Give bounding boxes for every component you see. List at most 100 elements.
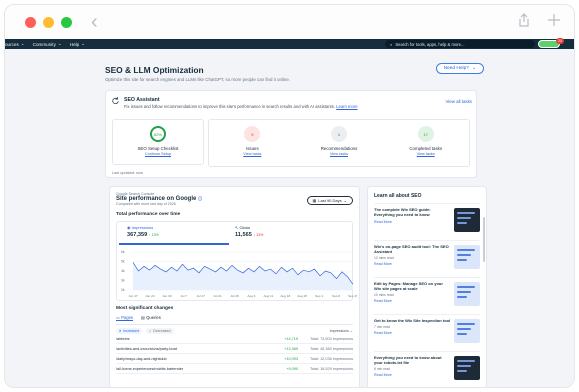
query-icon: ▤	[141, 315, 145, 320]
increased-filter[interactable]: ● Increased	[116, 328, 142, 334]
change-delta: +14,719	[284, 336, 298, 341]
x-tick-label: Jun 30	[162, 294, 172, 298]
page-path: /activities-and-excursions/party-boat	[116, 346, 177, 351]
tab-queries[interactable]: ▤ Queries	[141, 315, 161, 321]
read-more-link[interactable]: Read More	[374, 373, 451, 377]
chevron-down-icon: ⌄	[20, 41, 25, 46]
browser-window: ‹ ources ⌄ Community ⌄ Help ⌄ ⌕ Search for t…	[4, 4, 575, 388]
view-issues-link[interactable]: View tasks	[243, 152, 261, 156]
thumbnail-line	[457, 323, 475, 325]
article-item[interactable]: The complete Wix SEO guide: Everything y…	[374, 203, 480, 240]
progress-ring: 62%	[150, 126, 166, 142]
article-item[interactable]: Get to know the Wix Site Inspection tool…	[374, 314, 480, 351]
page-subtitle: Optimize this site for search engines an…	[105, 77, 290, 82]
clicks-metric[interactable]: ↖ Clicks 11,565 ↓ 13%	[235, 225, 263, 238]
changes-title: Most significant changes	[116, 306, 174, 311]
info-icon[interactable]: ⓘ	[198, 196, 202, 201]
page-icon: ▭	[116, 315, 120, 320]
read-more-link[interactable]: Read More	[374, 331, 451, 335]
nav-help[interactable]: Help ⌄	[70, 41, 85, 47]
completed-tile[interactable]: 17 Completed tasks View tasks	[382, 120, 469, 166]
thumbnail-line	[457, 212, 475, 214]
thumbnail-line	[457, 296, 467, 298]
cursor-icon: ↖	[235, 225, 239, 230]
table-row[interactable]: /airbnbs +14,719 Total: 73,504 impressions	[116, 334, 353, 344]
y-tick-label: 2k	[121, 288, 125, 292]
share-icon[interactable]	[518, 13, 530, 27]
date-range-dropdown[interactable]: ▦ Last 90 Days ⌄	[306, 196, 353, 205]
article-thumbnail	[454, 356, 480, 380]
refresh-icon	[112, 97, 119, 104]
search-input[interactable]: ⌕ Search for tools, apps, help & more...	[385, 40, 535, 48]
y-tick-label: 6k	[121, 250, 125, 254]
changes-tabs: ▭ Pages ▤ Queries	[116, 315, 353, 325]
nav-community[interactable]: Community ⌄	[33, 41, 62, 47]
x-tick-label: Jul 21	[213, 294, 222, 298]
assistant-description: Fix issues and follow recommendations to…	[124, 104, 358, 109]
chevron-down-icon: ⌄	[81, 41, 86, 46]
total-impressions: Total: 18,529 impressions	[309, 366, 353, 371]
new-tab-plus-icon[interactable]	[548, 14, 560, 26]
read-more-link[interactable]: Read More	[374, 220, 451, 224]
active-metric-indicator	[119, 243, 229, 245]
article-item[interactable]: Edit by Pages: Manage SEO on your Wix si…	[374, 277, 480, 314]
recommendations-count: 1	[331, 126, 347, 142]
setup-checklist-tile[interactable]: 62% SEO Setup Checklist Continue Setup	[112, 119, 204, 165]
seo-assistant-card: SEO Assistant Fix issues and follow reco…	[105, 90, 477, 178]
impressions-metric[interactable]: ◉ Impressions 367,359 ↑ 13%	[127, 225, 159, 238]
calendar-icon: ▦	[312, 198, 317, 203]
view-all-tasks-link[interactable]: View all tasks	[445, 99, 472, 104]
site-performance-card: Google Search Console Site performance o…	[109, 186, 360, 387]
minimize-window-button[interactable]	[43, 16, 54, 28]
read-time: 10 mins read	[374, 292, 394, 297]
article-item[interactable]: Everything you need to know about your r…	[374, 351, 480, 387]
table-row[interactable]: /all-home-experiences/mobile-bartender +9…	[116, 364, 353, 374]
article-thumbnail	[454, 208, 480, 232]
view-completed-link[interactable]: View tasks	[417, 152, 435, 156]
performance-section-title: Total performance over time	[116, 212, 181, 217]
x-tick-label: Sep 8	[332, 294, 340, 298]
back-arrow-icon[interactable]: ‹	[91, 12, 98, 32]
scrollbar[interactable]	[483, 217, 485, 262]
metric-dropdown[interactable]: Impressions ⌄	[330, 329, 353, 333]
x-tick-label: Aug 18	[280, 294, 290, 298]
need-help-button[interactable]: Need Help? ⌄	[435, 63, 484, 74]
page-path: /all-home-experiences/mobile-bartender	[116, 366, 184, 371]
article-thumbnail	[454, 282, 480, 306]
browser-toolbar: ‹	[5, 5, 574, 39]
recommendations-tile[interactable]: 1 Recommendations View tasks	[296, 120, 383, 166]
assistant-title: SEO Assistant	[124, 97, 160, 103]
decreased-filter[interactable]: ○ Decreased	[145, 328, 174, 334]
total-impressions: Total: 12,036 impressions	[309, 356, 353, 361]
learn-title: Learn all about SEO	[374, 193, 422, 199]
tab-pages[interactable]: ▭ Pages	[116, 315, 134, 321]
tile-label: SEO Setup Checklist	[137, 146, 179, 151]
learn-more-link[interactable]: Learn more	[336, 104, 357, 109]
table-row[interactable]: /activities-and-excursions/party-boat +13…	[116, 344, 353, 354]
article-item[interactable]: Wix's on-page SEO audit tool: The SEO As…	[374, 240, 480, 277]
view-recommendations-link[interactable]: View tasks	[330, 152, 348, 156]
zoom-window-button[interactable]	[61, 16, 72, 28]
continue-setup-link[interactable]: Continue Setup	[145, 152, 171, 156]
x-tick-label: Aug 11	[264, 294, 274, 298]
nav-resources[interactable]: ources ⌄	[5, 41, 25, 47]
completed-count: 17	[417, 126, 434, 142]
thumbnail-line	[457, 286, 475, 288]
performance-chart-box: ◉ Impressions 367,359 ↑ 13% ↖ Clicks 11,…	[116, 221, 357, 301]
x-tick-label: Jun 24	[145, 294, 155, 298]
issues-tile[interactable]: 9 Issues View tasks	[209, 120, 296, 166]
thumbnail-line	[457, 222, 467, 224]
table-row[interactable]: /daily/mayo-day-and-nightclub +10,093 Tota…	[116, 354, 353, 364]
x-tick-label: Jul 7	[180, 294, 187, 298]
read-more-link[interactable]: Read More	[374, 262, 451, 266]
chevron-down-icon: ⌄	[57, 41, 62, 46]
thumbnail-line	[457, 370, 467, 372]
check-icon: ●	[119, 329, 122, 333]
read-more-link[interactable]: Read More	[374, 299, 451, 303]
read-time: 7 min read	[374, 324, 391, 329]
issues-count: 9	[244, 126, 261, 142]
close-window-button[interactable]	[25, 16, 36, 28]
thumbnail-line	[457, 291, 471, 293]
search-icon: ⌕	[390, 41, 393, 47]
tile-label: Recommendations	[320, 146, 358, 151]
